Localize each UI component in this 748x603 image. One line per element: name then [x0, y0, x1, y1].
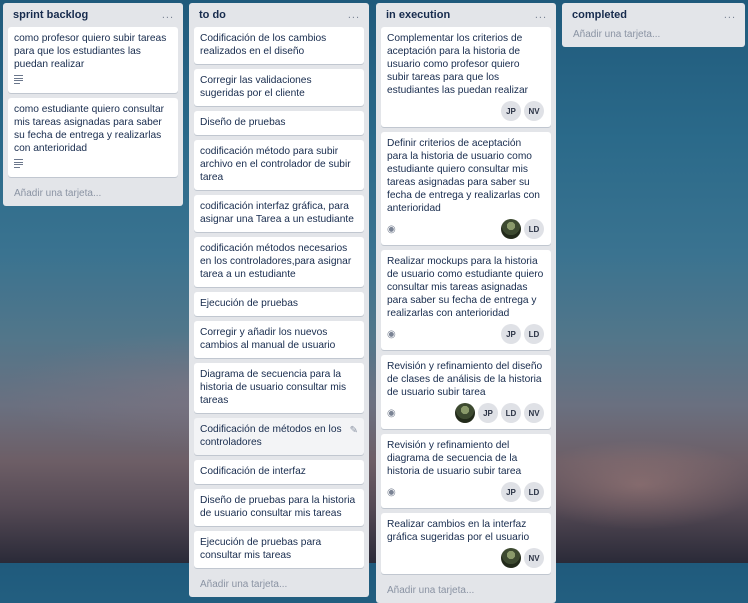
- card[interactable]: Diagrama de secuencia para la historia d…: [194, 363, 364, 413]
- list-menu-icon[interactable]: ...: [348, 10, 360, 21]
- member-avatar[interactable]: LD: [524, 482, 544, 502]
- list-menu-icon[interactable]: ...: [724, 10, 736, 21]
- member-avatar[interactable]: LD: [501, 403, 521, 423]
- description-icon: [14, 75, 23, 84]
- member-photo-avatar[interactable]: [455, 403, 475, 423]
- add-card-button[interactable]: Añadir una tarjeta...: [8, 182, 178, 201]
- watch-eye-icon: ◉: [387, 407, 396, 419]
- card-title: Codificación de interfaz: [200, 466, 306, 477]
- card-title: Revisión y refinamiento del diagrama de …: [387, 440, 522, 477]
- list-sprint-backlog: sprint backlog ... como profesor quiero …: [3, 3, 183, 206]
- list-title: to do: [199, 9, 226, 21]
- add-card-button[interactable]: Añadir una tarjeta...: [381, 579, 551, 598]
- card-title: Corregir y añadir los nuevos cambios al …: [200, 327, 336, 351]
- card-title: codificación método para subir archivo e…: [200, 146, 351, 183]
- card-title: Realizar mockups para la historia de usu…: [387, 256, 544, 319]
- card[interactable]: Corregir las validaciones sugeridas por …: [194, 69, 364, 106]
- card[interactable]: codificación método para subir archivo e…: [194, 140, 364, 190]
- card[interactable]: Codificación de métodos en los controlad…: [194, 418, 364, 455]
- card[interactable]: Complementar los criterios de aceptación…: [381, 27, 551, 127]
- card[interactable]: como estudiante quiero consultar mis tar…: [8, 98, 178, 177]
- member-avatar[interactable]: NV: [524, 548, 544, 568]
- card-title: codificación interfaz gráfica, para asig…: [200, 201, 354, 225]
- card[interactable]: Diseño de pruebas: [194, 111, 364, 135]
- card-title: Codificación de métodos en los controlad…: [200, 424, 342, 448]
- card-title: Ejecución de pruebas para consultar mis …: [200, 537, 322, 561]
- member-photo-avatar[interactable]: [501, 548, 521, 568]
- card-title: Diseño de pruebas para la historia de us…: [200, 495, 356, 519]
- watch-eye-icon: ◉: [387, 328, 396, 340]
- card-title: como profesor quiero subir tareas para q…: [14, 33, 167, 70]
- card-title: Realizar cambios en la interfaz gráfica …: [387, 519, 530, 543]
- card-title: Corregir las validaciones sugeridas por …: [200, 75, 312, 99]
- card[interactable]: Revisión y refinamiento del diseño de cl…: [381, 355, 551, 429]
- card[interactable]: Realizar mockups para la historia de usu…: [381, 250, 551, 350]
- card[interactable]: Ejecución de pruebas para consultar mis …: [194, 531, 364, 568]
- card[interactable]: Revisión y refinamiento del diagrama de …: [381, 434, 551, 508]
- card[interactable]: como profesor quiero subir tareas para q…: [8, 27, 178, 93]
- watch-eye-icon: ◉: [387, 223, 396, 235]
- member-avatar[interactable]: JP: [478, 403, 498, 423]
- list-header: completed ...: [567, 3, 740, 27]
- member-avatar[interactable]: NV: [524, 101, 544, 121]
- card[interactable]: Corregir y añadir los nuevos cambios al …: [194, 321, 364, 358]
- card-members: NV: [498, 548, 544, 568]
- member-avatar[interactable]: LD: [524, 219, 544, 239]
- card[interactable]: Diseño de pruebas para la historia de us…: [194, 489, 364, 526]
- card[interactable]: Ejecución de pruebas: [194, 292, 364, 316]
- card-members: JP NV: [498, 101, 544, 121]
- card-title: Diseño de pruebas: [200, 117, 286, 128]
- card-title: Revisión y refinamiento del diseño de cl…: [387, 361, 543, 398]
- card[interactable]: Realizar cambios en la interfaz gráfica …: [381, 513, 551, 574]
- card-members: JP LD NV: [452, 403, 544, 423]
- member-avatar[interactable]: JP: [501, 324, 521, 344]
- watch-eye-icon: ◉: [387, 486, 396, 498]
- card-title: Complementar los criterios de aceptación…: [387, 33, 529, 96]
- add-card-button[interactable]: Añadir una tarjeta...: [194, 573, 364, 592]
- card-title: codificación métodos necesarios en los c…: [200, 243, 352, 280]
- edit-pencil-icon[interactable]: ✎: [350, 424, 358, 437]
- card[interactable]: codificación métodos necesarios en los c…: [194, 237, 364, 287]
- description-icon: [14, 159, 23, 168]
- list-menu-icon[interactable]: ...: [535, 10, 547, 21]
- member-avatar[interactable]: LD: [524, 324, 544, 344]
- list-completed: completed ... Añadir una tarjeta...: [562, 3, 745, 47]
- card[interactable]: codificación interfaz gráfica, para asig…: [194, 195, 364, 232]
- list-title: in execution: [386, 9, 451, 21]
- card-title: Codificación de los cambios realizados e…: [200, 33, 327, 57]
- card-members: LD: [498, 219, 544, 239]
- member-avatar[interactable]: JP: [501, 101, 521, 121]
- list-header: in execution ...: [381, 3, 551, 27]
- card-members: JP LD: [498, 324, 544, 344]
- card-title: Ejecución de pruebas: [200, 298, 298, 309]
- board: sprint backlog ... como profesor quiero …: [0, 0, 748, 603]
- member-avatar[interactable]: JP: [501, 482, 521, 502]
- add-card-button[interactable]: Añadir una tarjeta...: [567, 27, 740, 42]
- member-photo-avatar[interactable]: [501, 219, 521, 239]
- list-to-do: to do ... Codificación de los cambios re…: [189, 3, 369, 597]
- list-title: sprint backlog: [13, 9, 89, 21]
- card[interactable]: Codificación de interfaz: [194, 460, 364, 484]
- list-title: completed: [572, 9, 628, 21]
- member-avatar[interactable]: NV: [524, 403, 544, 423]
- list-header: to do ...: [194, 3, 364, 27]
- card[interactable]: Codificación de los cambios realizados e…: [194, 27, 364, 64]
- card-members: JP LD: [498, 482, 544, 502]
- card[interactable]: Definir criterios de aceptación para la …: [381, 132, 551, 245]
- card-title: como estudiante quiero consultar mis tar…: [14, 104, 165, 154]
- list-in-execution: in execution ... Complementar los criter…: [376, 3, 556, 603]
- list-menu-icon[interactable]: ...: [162, 10, 174, 21]
- card-title: Diagrama de secuencia para la historia d…: [200, 369, 347, 406]
- list-header: sprint backlog ...: [8, 3, 178, 27]
- card-title: Definir criterios de aceptación para la …: [387, 138, 540, 214]
